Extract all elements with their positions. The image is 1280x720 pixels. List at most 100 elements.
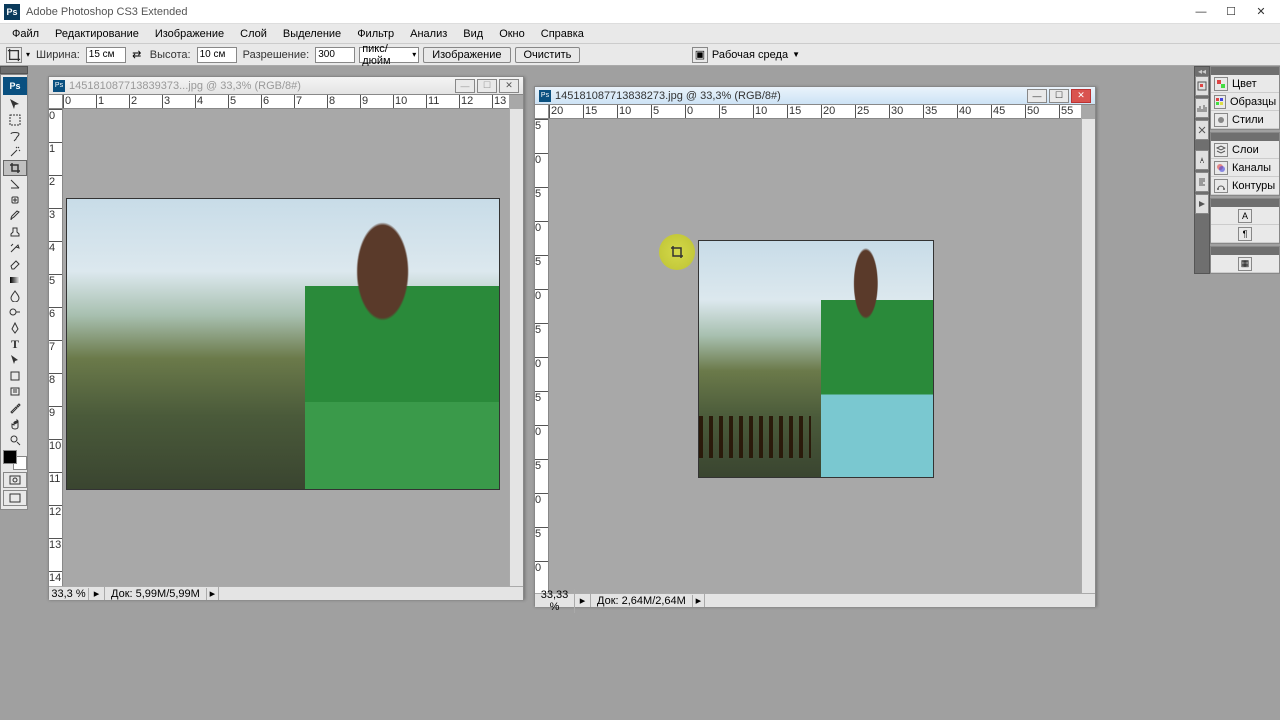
crop-tool-icon[interactable] bbox=[3, 160, 27, 176]
type-tool-icon[interactable]: T bbox=[3, 336, 27, 352]
screen-mode-icon[interactable] bbox=[3, 490, 27, 506]
menu-analysis[interactable]: Анализ bbox=[402, 26, 455, 42]
navigator-panel-icon[interactable] bbox=[1195, 76, 1209, 96]
close-button[interactable]: ✕ bbox=[1246, 2, 1276, 22]
menu-window[interactable]: Окно bbox=[491, 26, 533, 42]
paragraph-panel-icon[interactable] bbox=[1195, 172, 1209, 192]
menu-file[interactable]: Файл bbox=[4, 26, 47, 42]
doc1-status-bar: 33,3 % ▸ Док: 5,99M/5,99M ▸ bbox=[49, 586, 523, 600]
document-window-2[interactable]: Ps 145181087713838273.jpg @ 33,3% (RGB/8… bbox=[534, 86, 1096, 606]
lasso-tool-icon[interactable] bbox=[3, 128, 27, 144]
document-window-1[interactable]: Ps 145181087713839373...jpg @ 33,3% (RGB… bbox=[48, 76, 524, 599]
marquee-tool-icon[interactable] bbox=[3, 112, 27, 128]
foreground-color-swatch[interactable] bbox=[3, 450, 17, 464]
doc2-maximize-button[interactable]: ☐ bbox=[1049, 89, 1069, 103]
doc2-titlebar[interactable]: Ps 145181087713838273.jpg @ 33,3% (RGB/8… bbox=[535, 87, 1095, 105]
shape-tool-icon[interactable] bbox=[3, 368, 27, 384]
doc2-minimize-button[interactable]: — bbox=[1027, 89, 1047, 103]
gradient-tool-icon[interactable] bbox=[3, 272, 27, 288]
doc1-icon: Ps bbox=[53, 80, 65, 92]
doc2-ruler-horizontal[interactable]: 20151050510152025303540455055 bbox=[549, 105, 1081, 119]
doc2-status-bar: 33,33 % ▸ Док: 2,64M/2,64M ▸ bbox=[535, 593, 1095, 607]
doc2-info-icon[interactable]: ▸ bbox=[575, 594, 591, 607]
histogram-panel-icon[interactable] bbox=[1195, 98, 1209, 118]
doc2-close-button[interactable]: ✕ bbox=[1071, 89, 1091, 103]
misc-panel-button[interactable]: ▦ bbox=[1211, 255, 1279, 273]
menu-edit[interactable]: Редактирование bbox=[47, 26, 147, 42]
crop-tool-preset-icon[interactable] bbox=[6, 47, 22, 63]
quick-mask-icon[interactable] bbox=[3, 472, 27, 488]
character-panel-icon[interactable] bbox=[1195, 150, 1209, 170]
doc2-canvas[interactable] bbox=[549, 119, 1081, 593]
doc2-info-menu-icon[interactable]: ▸ bbox=[693, 594, 705, 607]
minimize-button[interactable]: — bbox=[1186, 2, 1216, 22]
color-panel-grip[interactable] bbox=[1211, 67, 1279, 75]
brush-tool-icon[interactable] bbox=[3, 208, 27, 224]
maximize-button[interactable]: ☐ bbox=[1216, 2, 1246, 22]
doc1-zoom-field[interactable]: 33,3 % bbox=[49, 588, 89, 600]
menu-filter[interactable]: Фильтр bbox=[349, 26, 402, 42]
move-tool-icon[interactable] bbox=[3, 96, 27, 112]
doc1-minimize-button[interactable]: — bbox=[455, 79, 475, 93]
crop-cursor-highlight bbox=[659, 234, 695, 270]
doc2-zoom-field[interactable]: 33,33 % bbox=[535, 589, 575, 613]
menu-help[interactable]: Справка bbox=[533, 26, 592, 42]
doc1-ruler-horizontal[interactable]: 012345678910111213 bbox=[63, 95, 509, 109]
character-panel-button[interactable]: A bbox=[1211, 207, 1279, 225]
slice-tool-icon[interactable] bbox=[3, 176, 27, 192]
menu-view[interactable]: Вид bbox=[455, 26, 491, 42]
info-panel-icon[interactable] bbox=[1195, 120, 1209, 140]
color-panel-group: Цвет Образцы Стили bbox=[1210, 66, 1280, 130]
extra-panel-2-grip[interactable] bbox=[1211, 247, 1279, 255]
app-title: Adobe Photoshop CS3 Extended bbox=[26, 6, 1186, 18]
doc1-titlebar[interactable]: Ps 145181087713839373...jpg @ 33,3% (RGB… bbox=[49, 77, 523, 95]
width-input[interactable] bbox=[86, 47, 126, 63]
actions-panel-icon[interactable] bbox=[1195, 194, 1209, 214]
layers-panel-grip[interactable] bbox=[1211, 133, 1279, 141]
doc1-info-menu-icon[interactable]: ▸ bbox=[207, 587, 219, 600]
height-input[interactable] bbox=[197, 47, 237, 63]
history-brush-tool-icon[interactable] bbox=[3, 240, 27, 256]
wand-tool-icon[interactable] bbox=[3, 144, 27, 160]
paragraph-panel-button[interactable]: ¶ bbox=[1211, 225, 1279, 243]
path-select-tool-icon[interactable] bbox=[3, 352, 27, 368]
layers-panel-tab[interactable]: Слои bbox=[1211, 141, 1279, 159]
doc1-ruler-vertical[interactable]: 01234567891011121314 bbox=[49, 109, 63, 586]
front-image-button[interactable]: Изображение bbox=[423, 47, 510, 63]
zoom-tool-icon[interactable] bbox=[3, 432, 27, 448]
swatches-panel-tab[interactable]: Образцы bbox=[1211, 93, 1279, 111]
doc2-scrollbar-vertical[interactable] bbox=[1081, 119, 1095, 593]
doc1-canvas[interactable] bbox=[63, 109, 509, 586]
eyedropper-tool-icon[interactable] bbox=[3, 400, 27, 416]
channels-panel-tab[interactable]: Каналы bbox=[1211, 159, 1279, 177]
doc1-scrollbar-vertical[interactable] bbox=[509, 109, 523, 586]
clear-button[interactable]: Очистить bbox=[515, 47, 581, 63]
panel-strip-grip[interactable]: ◂◂ bbox=[1195, 67, 1209, 75]
blur-tool-icon[interactable] bbox=[3, 288, 27, 304]
doc1-maximize-button[interactable]: ☐ bbox=[477, 79, 497, 93]
toolbox-grip[interactable] bbox=[0, 66, 28, 74]
pen-tool-icon[interactable] bbox=[3, 320, 27, 336]
eraser-tool-icon[interactable] bbox=[3, 256, 27, 272]
color-swatches[interactable] bbox=[3, 450, 27, 470]
paths-panel-tab[interactable]: Контуры bbox=[1211, 177, 1279, 195]
extra-panel-1-grip[interactable] bbox=[1211, 199, 1279, 207]
resolution-unit-select[interactable]: пикс/дюйм bbox=[359, 47, 419, 63]
doc1-close-button[interactable]: ✕ bbox=[499, 79, 519, 93]
notes-tool-icon[interactable] bbox=[3, 384, 27, 400]
stamp-tool-icon[interactable] bbox=[3, 224, 27, 240]
resolution-input[interactable] bbox=[315, 47, 355, 63]
color-panel-tab[interactable]: Цвет bbox=[1211, 75, 1279, 93]
doc1-info-icon[interactable]: ▸ bbox=[89, 587, 105, 600]
styles-panel-tab[interactable]: Стили bbox=[1211, 111, 1279, 129]
doc2-ruler-vertical[interactable]: 50505050505050 bbox=[535, 119, 549, 593]
swap-dimensions-icon[interactable]: ⇄ bbox=[130, 48, 144, 62]
menu-layer[interactable]: Слой bbox=[232, 26, 275, 42]
heal-tool-icon[interactable] bbox=[3, 192, 27, 208]
workspace-dropdown[interactable]: Рабочая среда▼ bbox=[712, 49, 800, 61]
menu-select[interactable]: Выделение bbox=[275, 26, 349, 42]
hand-tool-icon[interactable] bbox=[3, 416, 27, 432]
bridge-icon[interactable]: ▣ bbox=[692, 47, 708, 63]
dodge-tool-icon[interactable] bbox=[3, 304, 27, 320]
menu-image[interactable]: Изображение bbox=[147, 26, 232, 42]
